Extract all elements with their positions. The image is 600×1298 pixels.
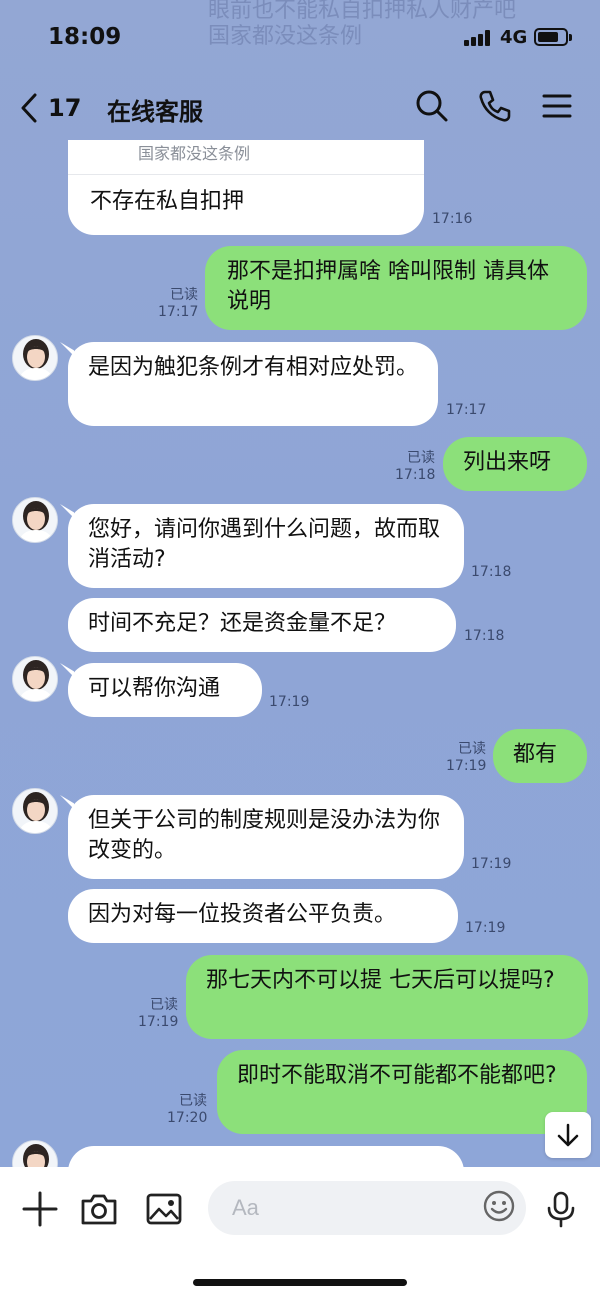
image-icon[interactable] bbox=[144, 1189, 184, 1229]
phone-icon[interactable] bbox=[477, 88, 513, 124]
signal-icon bbox=[464, 30, 492, 46]
home-indicator bbox=[193, 1279, 407, 1286]
agent-avatar-icon bbox=[13, 789, 57, 833]
back-chevron-icon bbox=[21, 93, 37, 123]
message-bubble-outgoing[interactable]: 都有 bbox=[493, 729, 587, 783]
message-text: 即时不能取消不可能都不能都吧? bbox=[237, 1063, 557, 1088]
agent-avatar-icon bbox=[13, 1141, 57, 1167]
read-status: 已读 bbox=[150, 997, 178, 1013]
message-bubble-incoming[interactable]: 您好，请问你遇到什么问题，故而取消活动? bbox=[68, 504, 464, 588]
message-bubble-outgoing[interactable]: 列出来呀 bbox=[443, 437, 587, 491]
network-type: 4G bbox=[500, 27, 528, 48]
search-icon[interactable] bbox=[414, 88, 450, 124]
read-status: 已读 bbox=[179, 1093, 207, 1109]
back-button[interactable]: 17 bbox=[18, 88, 81, 128]
read-receipt: 已读 17:19 bbox=[446, 741, 486, 775]
message-text: 是因为触犯条例才有相对应处罚。 bbox=[88, 355, 419, 380]
message-text: 列出来呀 bbox=[463, 450, 552, 475]
read-status: 已读 bbox=[458, 741, 486, 757]
message-bubble-outgoing[interactable]: 那不是扣押属啥 啥叫限制 请具体说明 bbox=[205, 246, 587, 330]
read-receipt: 已读 17:19 bbox=[138, 997, 178, 1031]
message-text: 时间不充足？还是资金量不足？ bbox=[88, 611, 397, 636]
camera-icon[interactable] bbox=[79, 1189, 119, 1229]
message-text: 那七天内不可以提 七天后可以提吗? bbox=[206, 968, 555, 993]
message-bubble-incoming[interactable] bbox=[68, 1146, 464, 1167]
message-time: 17:19 bbox=[465, 920, 506, 936]
message-time: 17:17 bbox=[158, 304, 199, 320]
read-receipt: 已读 17:20 bbox=[167, 1093, 207, 1127]
microphone-icon[interactable] bbox=[541, 1189, 581, 1229]
read-receipt: 已读 17:17 bbox=[158, 287, 198, 321]
read-receipt: 已读 17:18 bbox=[395, 450, 435, 484]
message-bubble-incoming[interactable]: 时间不充足？还是资金量不足？ bbox=[68, 598, 456, 652]
message-bubble-incoming[interactable]: 可以帮你沟通 bbox=[68, 663, 262, 717]
status-time: 18:09 bbox=[48, 24, 122, 50]
chat-title: 在线客服 bbox=[107, 98, 203, 126]
message-time: 17:19 bbox=[471, 856, 512, 872]
message-bubble-outgoing[interactable]: 那七天内不可以提 七天后可以提吗? bbox=[186, 955, 588, 1039]
unread-count: 17 bbox=[48, 94, 82, 122]
message-text: 不存在私自扣押 bbox=[90, 189, 245, 214]
message-text: 可以帮你沟通 bbox=[88, 676, 221, 701]
message-time: 17:19 bbox=[138, 1014, 179, 1030]
chat-area[interactable]: 国家都没这条例 不存在私自扣押 17:16 已读 17:17 那不是扣押属啥 啥… bbox=[0, 140, 600, 1167]
message-time: 17:20 bbox=[167, 1110, 208, 1126]
avatar[interactable] bbox=[12, 335, 58, 381]
message-time: 17:18 bbox=[395, 467, 436, 483]
plus-icon[interactable] bbox=[20, 1189, 60, 1229]
avatar[interactable] bbox=[12, 656, 58, 702]
scroll-to-bottom-button[interactable] bbox=[545, 1112, 591, 1158]
message-time: 17:17 bbox=[446, 402, 487, 418]
message-bubble-outgoing[interactable]: 即时不能取消不可能都不能都吧? bbox=[217, 1050, 587, 1134]
quoted-message-text: 国家都没这条例 bbox=[138, 144, 251, 163]
message-time: 17:19 bbox=[446, 758, 487, 774]
message-text: 但关于公司的制度规则是没办法为你改变的。 bbox=[88, 808, 441, 863]
agent-avatar-icon bbox=[13, 657, 57, 701]
arrow-down-icon bbox=[557, 1123, 579, 1147]
message-bubble-incoming[interactable]: 是因为触犯条例才有相对应处罚。 bbox=[68, 342, 438, 426]
input-bar bbox=[0, 1167, 600, 1298]
message-text: 因为对每一位投资者公平负责。 bbox=[88, 902, 397, 927]
avatar[interactable] bbox=[12, 1140, 58, 1167]
menu-icon[interactable] bbox=[540, 88, 576, 124]
message-bubble-incoming[interactable]: 因为对每一位投资者公平负责。 bbox=[68, 889, 458, 943]
battery-icon bbox=[534, 28, 568, 46]
avatar[interactable] bbox=[12, 497, 58, 543]
chat-header: 17 在线客服 bbox=[0, 72, 600, 144]
message-bubble-incoming[interactable]: 但关于公司的制度规则是没办法为你改变的。 bbox=[68, 795, 464, 879]
message-time: 17:18 bbox=[471, 564, 512, 580]
message-text: 都有 bbox=[513, 742, 558, 767]
quote-divider bbox=[68, 174, 424, 175]
agent-avatar-icon bbox=[13, 498, 57, 542]
battery-cap bbox=[569, 34, 572, 41]
avatar[interactable] bbox=[12, 788, 58, 834]
battery-fill bbox=[538, 32, 558, 42]
emoji-icon[interactable] bbox=[482, 1189, 516, 1223]
agent-avatar-icon bbox=[13, 336, 57, 380]
message-time: 17:18 bbox=[464, 628, 505, 644]
message-time: 17:19 bbox=[269, 694, 310, 710]
message-text: 您好，请问你遇到什么问题，故而取消活动? bbox=[88, 517, 441, 572]
message-input[interactable] bbox=[208, 1181, 526, 1235]
read-status: 已读 bbox=[407, 450, 435, 466]
message-time: 17:16 bbox=[432, 211, 473, 227]
message-text: 那不是扣押属啥 啥叫限制 请具体说明 bbox=[227, 259, 549, 314]
read-status: 已读 bbox=[170, 287, 198, 303]
status-bar: 18:09 4G bbox=[0, 0, 600, 72]
